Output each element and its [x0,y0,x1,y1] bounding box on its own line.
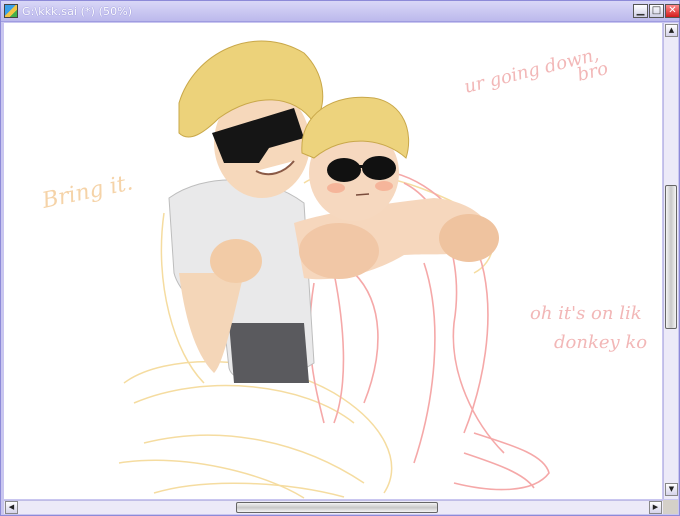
maximize-button[interactable]: □ [649,4,664,18]
left-figure-hand [210,239,262,283]
window-title: G:\kkk.sai (*) (50%) [22,5,133,18]
scroll-left-button[interactable]: ◀ [5,501,18,514]
scrollbar-corner [663,500,678,514]
right-figure-glasses-bridge [359,165,365,168]
right-figure-mouth [355,193,370,196]
arrow-right-icon: ▶ [652,503,659,511]
caption-bring-it: Bring it. [39,170,135,214]
minimize-button[interactable]: ▁ [633,4,648,18]
right-figure-left-hand [299,223,379,279]
right-figure-blush-left [327,183,345,193]
title-bar[interactable]: G:\kkk.sai (*) (50%) ▁ □ ✕ [1,1,680,22]
left-figure-pants [229,323,309,383]
right-figure-blush-right [375,181,393,191]
caption-on-like: oh it's on lik [530,303,642,324]
right-figure-lens-left [327,158,361,182]
close-icon: ✕ [668,5,677,16]
minimize-icon: ▁ [636,5,645,16]
app-icon [4,4,18,18]
drawing-canvas[interactable]: Bring it. ur going down, bro oh it's on … [4,23,662,499]
scroll-up-button[interactable]: ▲ [665,24,678,37]
scroll-down-button[interactable]: ▼ [665,483,678,496]
horizontal-scroll-thumb[interactable] [236,502,438,513]
sai-document-window: G:\kkk.sai (*) (50%) ▁ □ ✕ Bring it. ur … [0,0,680,516]
scroll-right-button[interactable]: ▶ [649,501,662,514]
maximize-icon: □ [651,5,662,16]
right-figure-lens-right [362,156,396,180]
arrow-left-icon: ◀ [8,503,15,511]
vertical-scrollbar[interactable]: ▲ ▼ [663,23,678,499]
horizontal-scrollbar[interactable]: ◀ ▶ [4,500,663,514]
vertical-scroll-thumb[interactable] [665,185,677,329]
artwork-illustration: Bring it. ur going down, bro oh it's on … [39,40,647,499]
close-button[interactable]: ✕ [665,4,680,18]
arrow-up-icon: ▲ [668,26,675,34]
arrow-down-icon: ▼ [668,485,675,493]
caption-donkey-kong: donkey ko [554,332,647,353]
right-figure-right-hand [439,214,499,262]
